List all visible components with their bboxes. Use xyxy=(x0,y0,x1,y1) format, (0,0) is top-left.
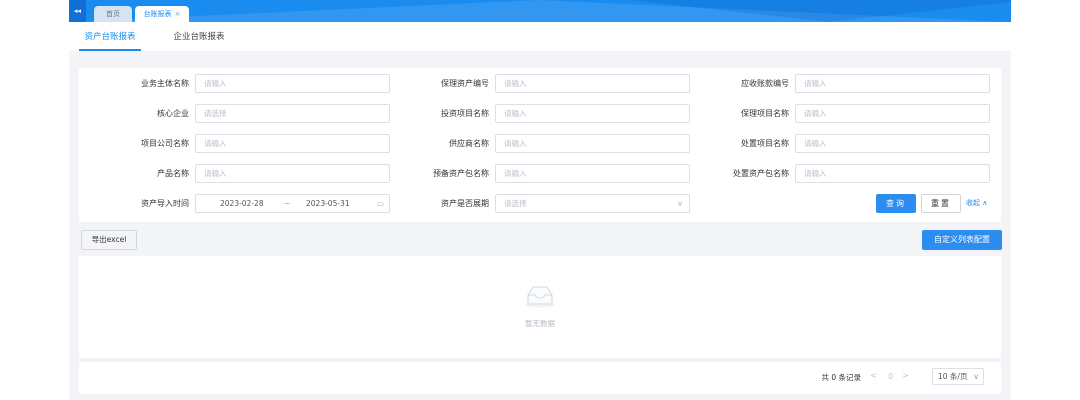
investment-project-input[interactable]: 请输入 xyxy=(495,104,690,123)
end-date: 2023-05-31 xyxy=(306,199,350,208)
chevron-down-icon: ∨ xyxy=(973,372,980,381)
double-left-arrow-icon: ◂◂ xyxy=(73,7,82,15)
top-bar: ◂◂ 首页 台账报表 × xyxy=(69,0,1011,22)
report-subtabs: 资产台账报表 企业台账报表 xyxy=(69,22,1011,51)
current-page[interactable]: 0 xyxy=(888,372,893,381)
disposal-package-label: 处置资产包名称 xyxy=(733,169,789,178)
import-time-range[interactable]: 2023-02-28 ~ 2023-05-31 ▭ xyxy=(195,194,390,213)
subtab-asset-ledger[interactable]: 资产台账报表 xyxy=(79,22,141,51)
app-window: ◂◂ 首页 台账报表 × 资产台账报表 企业台账报表 业务主体名称 请输入 保理资… xyxy=(69,0,1011,400)
extended-select-placeholder: 请选择 xyxy=(504,199,527,208)
prev-page-icon[interactable]: < xyxy=(870,371,877,380)
extended-select[interactable]: 请选择 ∨ xyxy=(495,194,690,213)
sidebar-toggle-button[interactable]: ◂◂ xyxy=(69,0,86,22)
core-enterprise-label: 核心企业 xyxy=(157,109,189,118)
tab-label: 台账报表 xyxy=(143,10,172,18)
export-excel-button[interactable]: 导出excel xyxy=(81,230,137,250)
calendar-icon: ▭ xyxy=(376,199,384,208)
product-name-label: 产品名称 xyxy=(157,169,189,178)
collapse-form-link[interactable]: 收起 ∧ xyxy=(966,194,987,213)
page-size-value: 10 条/页 xyxy=(938,372,968,381)
factoring-asset-no-label: 保理资产编号 xyxy=(441,79,489,88)
custom-columns-button[interactable]: 自定义列表配置 xyxy=(922,230,1002,250)
disposal-package-input[interactable]: 请输入 xyxy=(795,164,990,183)
product-name-input[interactable]: 请输入 xyxy=(195,164,390,183)
topbar-decoration xyxy=(629,0,1011,22)
start-date: 2023-02-28 xyxy=(220,199,264,208)
reserve-package-label: 预备资产包名称 xyxy=(433,169,489,178)
empty-state-text: 暂无数据 xyxy=(525,319,555,328)
investment-project-label: 投资项目名称 xyxy=(441,109,489,118)
project-company-input[interactable]: 请输入 xyxy=(195,134,390,153)
tab-ledger-report[interactable]: 台账报表 × xyxy=(135,6,189,22)
factoring-project-input[interactable]: 请输入 xyxy=(795,104,990,123)
close-icon[interactable]: × xyxy=(175,10,181,18)
supplier-name-input[interactable]: 请输入 xyxy=(495,134,690,153)
tab-label: 首页 xyxy=(106,10,120,18)
import-time-label: 资产导入时间 xyxy=(141,199,189,208)
subtab-enterprise-ledger[interactable]: 企业台账报表 xyxy=(169,22,229,51)
empty-box-icon xyxy=(525,286,555,308)
search-form: 业务主体名称 请输入 保理资产编号 请输入 应收账款编号 请输入 核心企业 请选… xyxy=(79,68,1001,222)
date-separator: ~ xyxy=(284,199,291,208)
disposal-project-label: 处置项目名称 xyxy=(741,139,789,148)
extended-label: 资产是否展期 xyxy=(441,199,489,208)
disposal-project-input[interactable]: 请输入 xyxy=(795,134,990,153)
receivable-no-label: 应收账款编号 xyxy=(741,79,789,88)
reset-button[interactable]: 重置 xyxy=(921,194,961,213)
supplier-name-label: 供应商名称 xyxy=(449,139,489,148)
table-toolbar: 导出excel 自定义列表配置 xyxy=(79,230,1002,250)
chevron-down-icon: ∨ xyxy=(677,199,683,208)
business-entity-label: 业务主体名称 xyxy=(141,79,189,88)
factoring-project-label: 保理项目名称 xyxy=(741,109,789,118)
query-button[interactable]: 查询 xyxy=(876,194,916,213)
next-page-icon[interactable]: > xyxy=(902,371,909,380)
pagination: 共 0 条记录 < 0 > 10 条/页 ∨ xyxy=(79,362,1001,394)
tab-home[interactable]: 首页 xyxy=(94,6,132,22)
receivable-no-input[interactable]: 请输入 xyxy=(795,74,990,93)
factoring-asset-no-input[interactable]: 请输入 xyxy=(495,74,690,93)
data-table: 暂无数据 xyxy=(79,256,1001,358)
project-company-label: 项目公司名称 xyxy=(141,139,189,148)
core-enterprise-select[interactable]: 请选择 xyxy=(195,104,390,123)
reserve-package-input[interactable]: 请输入 xyxy=(495,164,690,183)
total-records: 共 0 条记录 xyxy=(821,373,861,382)
business-entity-input[interactable]: 请输入 xyxy=(195,74,390,93)
page-size-select[interactable]: 10 条/页 ∨ xyxy=(932,368,984,385)
